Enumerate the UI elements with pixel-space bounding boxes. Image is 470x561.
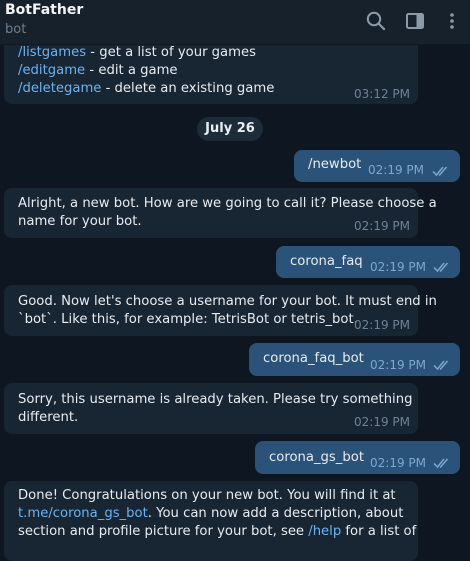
message-time: 03:12 PM xyxy=(354,87,410,101)
message-time: 02:19 PM xyxy=(370,260,426,274)
help-command-link[interactable]: /help xyxy=(308,524,341,539)
message-line: Done! Congratulations on your new bot. Y… xyxy=(18,488,396,503)
double-check-icon xyxy=(433,261,451,273)
search-icon[interactable] xyxy=(365,10,387,32)
message-incoming[interactable]: Good. Now let's choose a username for yo… xyxy=(4,285,437,336)
date-separator: July 26 xyxy=(197,117,263,141)
more-vertical-icon[interactable] xyxy=(441,10,463,32)
message-incoming[interactable]: Done! Congratulations on your new bot. Y… xyxy=(4,481,418,561)
message-line-start: section and profile picture for your bot… xyxy=(18,523,309,539)
double-check-icon xyxy=(433,359,451,371)
message-line-rest: . You can now add a description, about xyxy=(147,505,404,521)
chat-header[interactable]: BotFather bot xyxy=(0,0,470,45)
message-line: `bot`. Like this, for example: TetrisBot… xyxy=(18,311,358,327)
double-check-icon xyxy=(433,457,451,469)
bot-link[interactable]: t.me/corona_gs_bot xyxy=(18,506,148,521)
message-text: Done! Congratulations on your new bot. Y… xyxy=(18,487,416,540)
message-time: 02:19 PM xyxy=(370,358,426,372)
message-text: Sorry, this username is already taken. P… xyxy=(18,391,413,427)
chat-title[interactable]: BotFather xyxy=(5,2,83,18)
message-line: Sorry, this username is already taken. P… xyxy=(18,392,413,407)
message-outgoing[interactable]: /newbot 02:19 PM xyxy=(294,150,460,182)
command-link[interactable]: /deletegame xyxy=(18,81,101,96)
message-line: name for your bot. xyxy=(18,213,142,229)
message-time: 02:19 PM xyxy=(370,456,426,470)
command-description: - delete an existing game xyxy=(101,80,275,96)
message-line: Alright, a new bot. How are we going to … xyxy=(18,196,437,211)
message-time: 02:19 PM xyxy=(368,163,424,177)
message-line: different. xyxy=(18,409,79,425)
message-time: 02:19 PM xyxy=(354,415,410,429)
message-incoming[interactable]: Alright, a new bot. How are we going to … xyxy=(4,188,437,238)
command-description: - edit a game xyxy=(85,62,178,78)
message-line-end: for a list of xyxy=(341,523,417,539)
message-incoming[interactable]: Sorry, this username is already taken. P… xyxy=(4,383,418,434)
command-link[interactable]: /editgame xyxy=(18,63,85,78)
message-outgoing[interactable]: corona_faq_bot 02:19 PM xyxy=(249,343,460,376)
message-line: Good. Now let's choose a username for yo… xyxy=(18,294,437,309)
command-link[interactable]: /listgames xyxy=(18,45,86,60)
command-description: - get a list of your games xyxy=(86,45,256,60)
double-check-icon xyxy=(432,165,450,177)
message-text: Alright, a new bot. How are we going to … xyxy=(18,195,437,231)
message-text: Good. Now let's choose a username for yo… xyxy=(18,293,437,329)
sidebar-panel-icon[interactable] xyxy=(404,10,426,32)
message-outgoing[interactable]: corona_gs_bot 02:19 PM xyxy=(255,441,460,474)
message-text: /listgames - get a list of your games /e… xyxy=(18,44,274,97)
message-time: 02:19 PM xyxy=(354,318,410,332)
message-time: 02:19 PM xyxy=(354,219,410,233)
message-outgoing[interactable]: corona_faq 02:19 PM xyxy=(276,246,460,278)
chat-status: bot xyxy=(5,22,27,37)
